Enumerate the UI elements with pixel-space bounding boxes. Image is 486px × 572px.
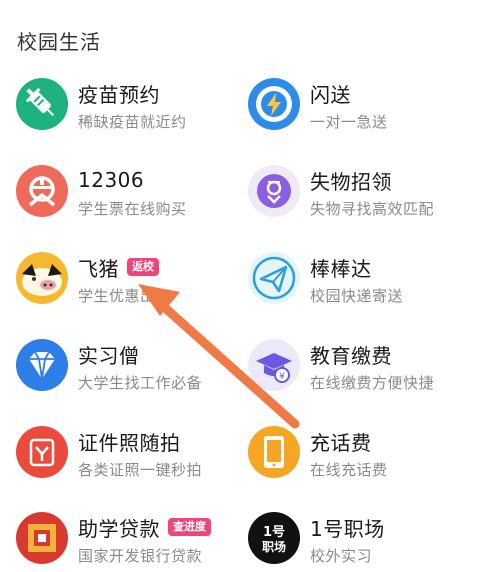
lost-found-icon [248, 165, 300, 217]
railway-icon [16, 165, 68, 217]
paper-plane-icon [248, 252, 300, 304]
service-subtitle: 各类证照一键秒拍 [78, 461, 203, 479]
service-education-fee[interactable]: ¥ 教育缴费 在线缴费方便快捷 [248, 339, 478, 399]
svg-text:职场: 职场 [262, 540, 286, 554]
service-subtitle: 稀缺疫苗就近约 [78, 113, 187, 131]
service-title: 闪送 [310, 82, 351, 107]
graduation-cap-icon: ¥ [248, 339, 300, 391]
phone-recharge-icon [248, 426, 300, 478]
service-subtitle: 学生票在线购买 [78, 200, 187, 218]
fliggy-pig-icon [16, 252, 68, 304]
service-phone-recharge[interactable]: 充话费 在线充话费 [248, 426, 478, 486]
service-title: 12306 [78, 168, 145, 192]
service-student-loan[interactable]: 助学贷款 查进度 国家开发银行贷款 [16, 512, 246, 572]
service-title: 充话费 [310, 430, 372, 455]
service-shixiseng[interactable]: 实习僧 大学生找工作必备 [16, 339, 246, 399]
service-shansong[interactable]: 闪送 一对一急送 [248, 78, 478, 138]
service-vaccine[interactable]: 疫苗预约 稀缺疫苗就近约 [16, 78, 246, 138]
service-title: 教育缴费 [310, 343, 392, 368]
service-subtitle: 在线充话费 [310, 461, 388, 479]
service-1hao-zhichang[interactable]: 1号 职场 1号职场 校外实习 [248, 512, 478, 572]
service-title: 1号职场 [310, 516, 385, 541]
service-title: 失物招领 [310, 169, 392, 194]
student-loan-icon [16, 512, 68, 564]
service-subtitle: 校外实习 [310, 547, 373, 565]
service-title: 证件照随拍 [78, 430, 181, 455]
svg-text:¥: ¥ [279, 372, 285, 382]
badge-back-to-school: 返校 [127, 258, 159, 276]
svg-text:1号: 1号 [263, 525, 285, 540]
service-title: 实习僧 [78, 343, 140, 368]
service-fliggy[interactable]: 飞猪 返校 学生优惠出行 [16, 252, 246, 312]
service-subtitle: 学生优惠出行 [78, 287, 172, 305]
service-title: 疫苗预约 [78, 82, 160, 107]
service-subtitle: 一对一急送 [310, 113, 388, 131]
service-title: 棒棒达 [310, 256, 372, 281]
service-id-photo[interactable]: 证件照随拍 各类证照一键秒拍 [16, 426, 246, 486]
job-1-icon: 1号 职场 [248, 512, 300, 564]
id-photo-icon [16, 426, 68, 478]
service-subtitle: 在线缴费方便快捷 [310, 374, 435, 392]
section-title: 校园生活 [17, 30, 101, 54]
service-title: 助学贷款 [78, 516, 160, 541]
service-subtitle: 校园快递寄送 [310, 287, 404, 305]
lightning-icon [248, 78, 300, 130]
service-12306[interactable]: 12306 学生票在线购买 [16, 165, 246, 225]
service-subtitle: 国家开发银行贷款 [78, 547, 203, 565]
service-title: 飞猪 [78, 256, 119, 281]
service-lost-found[interactable]: 失物招领 失物寻找高效匹配 [248, 165, 478, 225]
service-subtitle: 失物寻找高效匹配 [310, 200, 435, 218]
badge-check-progress[interactable]: 查进度 [168, 518, 211, 536]
service-subtitle: 大学生找工作必备 [78, 374, 203, 392]
vaccine-icon [16, 78, 68, 130]
diamond-icon [16, 339, 68, 391]
service-bangbangda[interactable]: 棒棒达 校园快递寄送 [248, 252, 478, 312]
